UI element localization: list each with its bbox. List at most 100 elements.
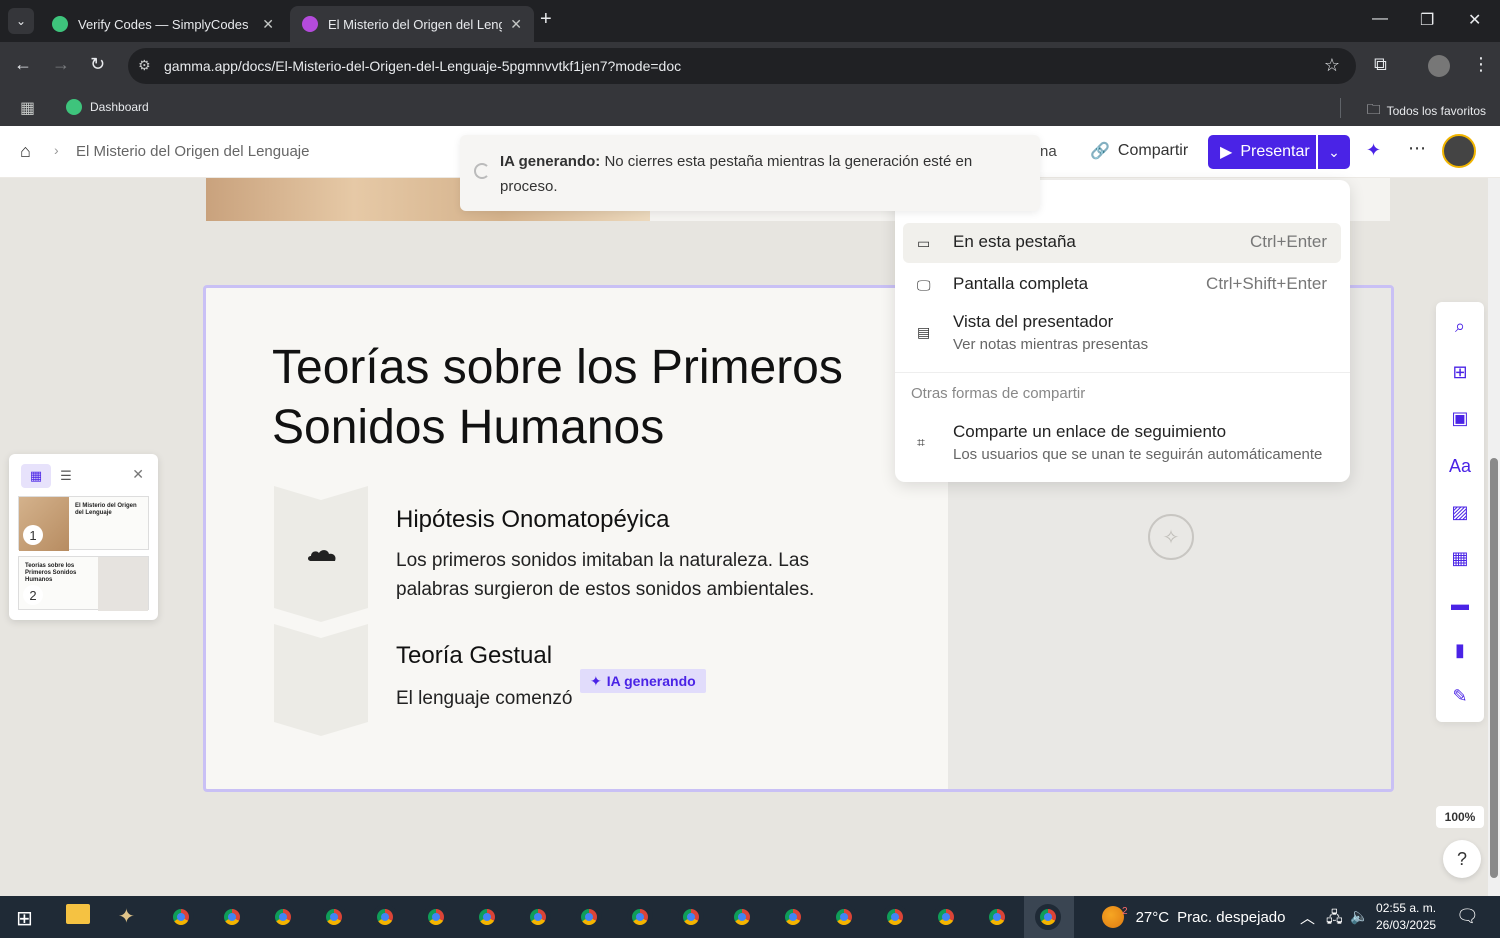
thumbnail-view-icon[interactable]: ▦ [21, 464, 51, 488]
browser-tab-active[interactable]: El Misterio del Origen del Lengu ✕ [290, 6, 534, 42]
minimize-window-button[interactable]: — [1372, 10, 1388, 28]
search-icon[interactable]: ⌕ [1436, 316, 1484, 337]
browser-tab[interactable]: Verify Codes — SimplyCodes ✕ [40, 6, 286, 42]
video-icon[interactable]: ▦ [1436, 548, 1484, 569]
back-arrow-icon[interactable]: ← [14, 54, 32, 75]
browser-menu-icon[interactable]: ⋮ [1472, 54, 1490, 75]
thumbnail-image [98, 557, 148, 611]
weather-widget[interactable]: 2 27°C Prac. despejado [1102, 906, 1285, 928]
simplycodes-favicon-icon [52, 16, 68, 32]
close-tab-icon[interactable]: ✕ [262, 16, 274, 33]
chrome-icon[interactable] [525, 904, 551, 930]
chrome-icon[interactable] [831, 904, 857, 930]
chrome-icon[interactable] [168, 904, 194, 930]
chevron-up-icon[interactable]: ︿ [1300, 907, 1315, 928]
chrome-icon[interactable] [780, 904, 806, 930]
bookmark-dashboard[interactable]: Dashboard [66, 99, 149, 115]
restore-window-button[interactable]: ❐ [1420, 10, 1434, 30]
all-bookmarks-button[interactable]: 🗀 Todos los favoritos [1367, 99, 1486, 123]
menu-item-label: Comparte un enlace de seguimiento [953, 422, 1227, 441]
zoom-level[interactable]: 100% [1436, 806, 1484, 828]
menu-item-fullscreen[interactable]: 🖵 Pantalla completa Ctrl+Shift+Enter [903, 272, 1341, 310]
clock-time: 02:55 a. m. [1376, 901, 1437, 915]
chevron-down-icon: ⌄ [1328, 143, 1340, 160]
item-body[interactable]: Los primeros sonidos imitaban la natural… [396, 546, 866, 604]
chrome-icon[interactable] [984, 904, 1010, 930]
text-style-icon[interactable]: Aa [1436, 456, 1484, 477]
menu-item-presenter-view[interactable]: ▤ Vista del presentador Ver notas mientr… [903, 312, 1341, 368]
reload-icon[interactable]: ↻ [90, 54, 105, 75]
close-window-button[interactable]: ✕ [1468, 10, 1481, 30]
scrollbar[interactable] [1488, 178, 1500, 896]
help-button[interactable]: ? [1443, 840, 1481, 878]
address-bar[interactable]: ⚙ gamma.app/docs/El-Misterio-del-Origen-… [128, 48, 1356, 84]
chrome-icon[interactable] [576, 904, 602, 930]
extensions-puzzle-icon[interactable]: ⧉ [1374, 54, 1387, 75]
chrome-icon[interactable] [627, 904, 653, 930]
menu-section-header: Otras formas de compartir [911, 385, 1086, 402]
menu-item-label: En esta pestaña [953, 232, 1076, 251]
present-options-dropdown[interactable]: ⌄ [1318, 135, 1350, 169]
tab-search-button[interactable]: ⌄ [8, 8, 34, 34]
window-icon: ▭ [917, 235, 931, 251]
item-title[interactable]: Teoría Gestual [396, 642, 552, 670]
ai-sparkle-icon[interactable]: ✦ [1366, 140, 1381, 161]
windows-start-icon[interactable]: ⊞ [16, 906, 33, 931]
menu-item-present-in-tab[interactable]: ▭ En esta pestaña Ctrl+Enter [903, 223, 1341, 263]
close-tab-icon[interactable]: ✕ [510, 16, 522, 33]
new-tab-button[interactable]: + [540, 8, 552, 31]
add-card-icon[interactable]: ⊞ [1436, 362, 1484, 383]
chrome-icon[interactable] [678, 904, 704, 930]
chrome-icon[interactable] [372, 904, 398, 930]
url-text: gamma.app/docs/El-Misterio-del-Origen-de… [164, 58, 682, 74]
apps-grid-icon[interactable]: ▦ [20, 98, 35, 118]
bookmark-star-icon[interactable]: ☆ [1324, 55, 1340, 76]
card-title[interactable]: Teorías sobre los Primeros Sonidos Human… [272, 338, 892, 458]
bookmark-label: Todos los favoritos [1386, 104, 1486, 118]
close-icon[interactable]: ✕ [132, 466, 144, 483]
slide-thumbnail[interactable]: Teorías sobre los Primeros Sonidos Human… [18, 556, 149, 611]
file-explorer-icon[interactable] [66, 904, 90, 924]
chart-icon[interactable]: ▮ [1436, 640, 1484, 661]
system-clock[interactable]: 02:55 a. m. 26/03/2025 [1376, 900, 1436, 934]
chrome-icon[interactable] [729, 904, 755, 930]
share-label: Compartir [1117, 142, 1189, 159]
weather-badge: 2 [1122, 905, 1128, 917]
ai-image-placeholder-icon: ✧ [1148, 514, 1194, 560]
breadcrumb-doc-title[interactable]: El Misterio del Origen del Lenguaje [76, 143, 309, 160]
weather-desc: Prac. despejado [1177, 908, 1286, 926]
more-options-icon[interactable]: ⋯ [1408, 138, 1426, 159]
embed-icon[interactable]: ▬ [1436, 594, 1484, 615]
chrome-icon[interactable] [219, 904, 245, 930]
profile-avatar-icon[interactable] [1428, 55, 1450, 77]
share-button[interactable]: 🔗 Compartir [1090, 141, 1188, 161]
chrome-icon[interactable] [423, 904, 449, 930]
forward-arrow-icon[interactable]: → [52, 54, 70, 75]
menu-item-follow-link[interactable]: ⌗ Comparte un enlace de seguimiento Los … [903, 422, 1341, 478]
scrollbar-thumb[interactable] [1490, 458, 1498, 878]
notifications-icon[interactable]: 🗨 [1456, 906, 1479, 927]
layout-icon[interactable]: ▣ [1436, 408, 1484, 429]
user-avatar[interactable] [1442, 134, 1476, 168]
chrome-icon[interactable] [882, 904, 908, 930]
edit-icon[interactable]: ✎ [1436, 686, 1484, 707]
chrome-icon[interactable] [321, 904, 347, 930]
chrome-icon[interactable] [933, 904, 959, 930]
present-button[interactable]: ▶ Presentar [1208, 135, 1316, 169]
present-label: Presentar [1240, 143, 1310, 160]
menu-item-sublabel: Los usuarios que se unan te seguirán aut… [953, 446, 1323, 463]
slide-thumbnail[interactable]: El Misterio del Origen del Lenguaje 1 [18, 496, 149, 551]
chrome-icon[interactable] [474, 904, 500, 930]
list-view-icon[interactable]: ☰ [51, 464, 81, 488]
theme-button[interactable]: na [1040, 143, 1057, 160]
item-title[interactable]: Hipótesis Onomatopéyica [396, 506, 669, 534]
network-icon[interactable]: 🖧 [1326, 907, 1343, 932]
chrome-icon[interactable] [1035, 904, 1061, 930]
volume-icon[interactable]: 🔈 [1350, 907, 1369, 925]
home-icon[interactable]: ⌂ [20, 141, 31, 162]
image-icon[interactable]: ▨ [1436, 502, 1484, 523]
app-icon[interactable]: ✦ [118, 904, 135, 929]
site-info-icon[interactable]: ⚙ [138, 57, 151, 74]
chrome-icon[interactable] [270, 904, 296, 930]
tab-title: Verify Codes — SimplyCodes [78, 16, 249, 32]
